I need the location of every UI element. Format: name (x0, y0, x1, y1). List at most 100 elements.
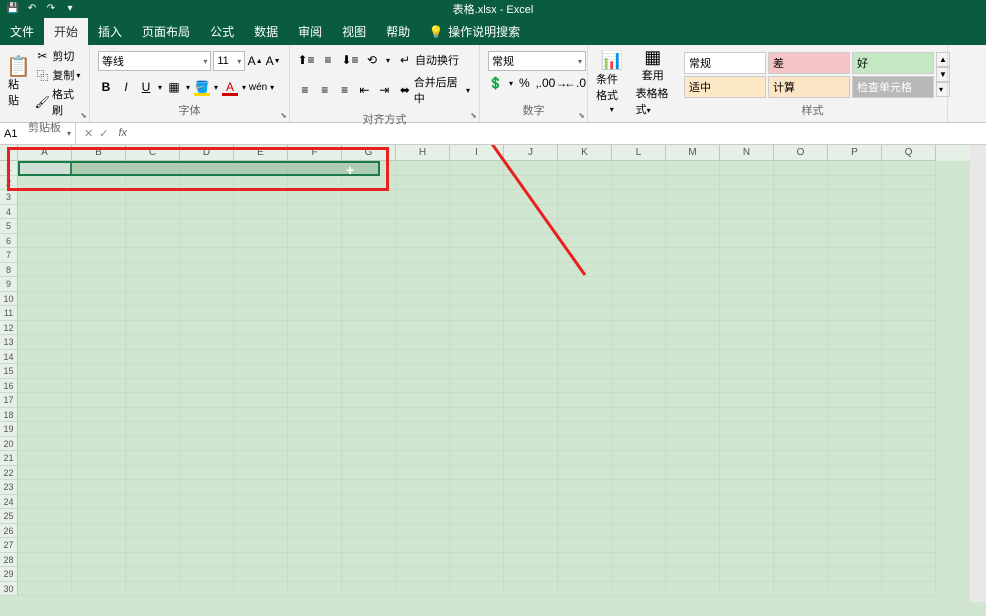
cell[interactable] (612, 408, 666, 423)
cell[interactable] (234, 161, 288, 176)
cell[interactable] (342, 582, 396, 597)
cell[interactable] (666, 335, 720, 350)
cell[interactable] (342, 480, 396, 495)
column-header[interactable]: P (828, 145, 882, 161)
cell[interactable] (774, 205, 828, 220)
cell[interactable] (288, 277, 342, 292)
cell[interactable] (126, 219, 180, 234)
cell[interactable] (666, 379, 720, 394)
cell[interactable] (666, 161, 720, 176)
cell[interactable] (126, 393, 180, 408)
cell[interactable] (72, 393, 126, 408)
row-header[interactable]: 1 (0, 161, 18, 176)
cell[interactable] (828, 321, 882, 336)
cell[interactable] (342, 567, 396, 582)
cell[interactable] (450, 248, 504, 263)
cell[interactable] (126, 350, 180, 365)
cell[interactable] (126, 321, 180, 336)
cell[interactable] (666, 451, 720, 466)
cell[interactable] (288, 480, 342, 495)
cell[interactable] (288, 364, 342, 379)
cell[interactable] (288, 408, 342, 423)
cell[interactable] (882, 379, 936, 394)
cell[interactable] (18, 321, 72, 336)
cell[interactable] (558, 451, 612, 466)
cell[interactable] (558, 524, 612, 539)
increase-decimal-icon[interactable]: .00→ (545, 75, 561, 91)
cell[interactable] (774, 451, 828, 466)
underline-button[interactable]: U (138, 79, 154, 95)
cell[interactable] (612, 466, 666, 481)
cell[interactable] (828, 509, 882, 524)
styles-scroll-down-icon[interactable]: ▼ (936, 67, 950, 82)
cell[interactable] (882, 277, 936, 292)
cell[interactable] (882, 190, 936, 205)
cell[interactable] (180, 524, 234, 539)
cell[interactable] (612, 480, 666, 495)
cell[interactable] (612, 379, 666, 394)
cell[interactable] (396, 292, 450, 307)
cell[interactable] (720, 495, 774, 510)
cell[interactable] (666, 306, 720, 321)
cell[interactable] (126, 495, 180, 510)
style-calc[interactable]: 计算 (768, 76, 850, 98)
cell[interactable] (666, 205, 720, 220)
cell[interactable] (180, 263, 234, 278)
cell[interactable] (882, 161, 936, 176)
cell[interactable] (720, 553, 774, 568)
cell[interactable] (234, 393, 288, 408)
cell[interactable] (180, 437, 234, 452)
cell[interactable] (882, 509, 936, 524)
cell[interactable] (450, 422, 504, 437)
cell[interactable] (180, 161, 234, 176)
cell[interactable] (882, 480, 936, 495)
cell[interactable] (180, 480, 234, 495)
cell[interactable] (342, 277, 396, 292)
column-header[interactable]: F (288, 145, 342, 161)
cell[interactable] (180, 553, 234, 568)
cell[interactable] (666, 350, 720, 365)
cell[interactable] (180, 205, 234, 220)
column-header[interactable]: M (666, 145, 720, 161)
cell[interactable] (828, 466, 882, 481)
column-header[interactable]: Q (882, 145, 936, 161)
cell[interactable] (828, 234, 882, 249)
cell[interactable] (234, 495, 288, 510)
row-header[interactable]: 24 (0, 495, 18, 510)
cell[interactable] (666, 480, 720, 495)
cell[interactable] (450, 553, 504, 568)
cell[interactable] (666, 321, 720, 336)
cell[interactable] (558, 277, 612, 292)
cell[interactable] (288, 263, 342, 278)
cell[interactable] (18, 422, 72, 437)
cell[interactable] (450, 393, 504, 408)
cell[interactable] (504, 292, 558, 307)
cell[interactable] (342, 176, 396, 191)
cell[interactable] (234, 263, 288, 278)
cell[interactable] (72, 306, 126, 321)
cell[interactable] (72, 422, 126, 437)
cell[interactable] (126, 263, 180, 278)
cell[interactable] (882, 553, 936, 568)
cell[interactable] (612, 277, 666, 292)
cell[interactable] (288, 582, 342, 597)
cell[interactable] (18, 176, 72, 191)
cell[interactable] (234, 364, 288, 379)
cell[interactable] (612, 393, 666, 408)
bold-button[interactable]: B (98, 79, 114, 95)
cell[interactable] (234, 408, 288, 423)
cell[interactable] (774, 408, 828, 423)
cell[interactable] (396, 567, 450, 582)
conditional-formatting-button[interactable]: 📊 条件格式▾ (592, 51, 632, 116)
tab-review[interactable]: 审阅 (288, 18, 332, 45)
cell[interactable] (612, 292, 666, 307)
tab-data[interactable]: 数据 (244, 18, 288, 45)
cell[interactable] (774, 364, 828, 379)
cell[interactable] (558, 582, 612, 597)
cell[interactable] (288, 524, 342, 539)
cell[interactable] (18, 437, 72, 452)
orientation-icon[interactable]: ⟲ (364, 52, 380, 68)
row-header[interactable]: 12 (0, 321, 18, 336)
cell[interactable] (666, 524, 720, 539)
cell[interactable] (234, 451, 288, 466)
